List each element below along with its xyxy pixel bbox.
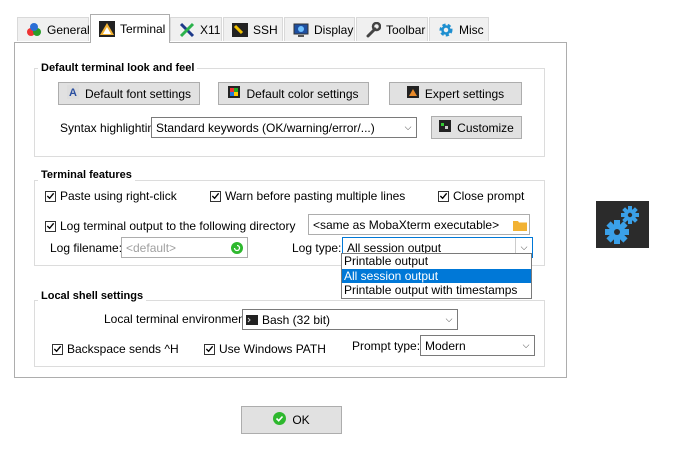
bash-icon (243, 314, 258, 325)
local-terminal-env-select[interactable]: Bash (32 bit) ⌵ (242, 309, 458, 330)
tab-label: General (47, 22, 90, 37)
checkbox-label: Log terminal output to the following dir… (60, 219, 296, 233)
tab-label: Misc (459, 22, 484, 37)
default-font-settings-button[interactable]: A Default font settings (58, 82, 200, 105)
paste-right-click-checkbox[interactable]: Paste using right-click (45, 189, 177, 203)
tab-display[interactable]: Display (284, 17, 355, 41)
checkbox-label: Close prompt (453, 189, 525, 203)
log-type-dropdown-list: Printable output All session output Prin… (341, 253, 532, 299)
ok-button[interactable]: OK (241, 406, 342, 434)
button-label: Customize (457, 120, 514, 135)
select-value: Modern (425, 338, 466, 353)
display-icon (293, 22, 309, 38)
select-value: Bash (32 bit) (262, 312, 331, 327)
checkbox-label: Use Windows PATH (219, 342, 326, 356)
button-label: Default color settings (246, 86, 359, 101)
syntax-highlighting-select[interactable]: Standard keywords (OK/warning/error/...)… (151, 117, 417, 138)
check-circle-icon (273, 412, 287, 428)
checkbox-checked-icon (45, 190, 56, 202)
log-filename-label: Log filename: (50, 241, 123, 255)
log-type-label: Log type: (292, 241, 342, 255)
backspace-sends-h-checkbox[interactable]: Backspace sends ^H (52, 342, 179, 356)
ssh-icon (232, 22, 248, 38)
warn-paste-checkbox[interactable]: Warn before pasting multiple lines (210, 189, 405, 203)
checkbox-checked-icon (438, 190, 449, 202)
tab-misc[interactable]: Misc (429, 17, 489, 41)
local-terminal-env-label: Local terminal environment: (104, 312, 252, 326)
log-type-option[interactable]: Printable output (342, 254, 531, 269)
terminal-icon (99, 21, 115, 37)
customize-button[interactable]: Customize (431, 116, 522, 139)
tab-x11[interactable]: X11 (170, 17, 222, 41)
default-color-settings-button[interactable]: Default color settings (218, 82, 369, 105)
button-label: Default font settings (84, 86, 192, 101)
log-filename-input[interactable]: <default> (121, 237, 248, 258)
field-value: <same as MobaXterm executable> (313, 217, 500, 232)
tab-label: SSH (253, 22, 278, 37)
checkbox-checked-icon (45, 220, 56, 232)
tab-label: Terminal (120, 22, 166, 36)
svg-text:A: A (69, 87, 77, 99)
prompt-type-label: Prompt type: (352, 339, 421, 353)
chevron-down-icon: ⌵ (522, 340, 530, 350)
prompt-type-select[interactable]: Modern ⌵ (420, 335, 535, 356)
x11-icon (179, 22, 195, 38)
tab-terminal[interactable]: Terminal (90, 14, 170, 43)
log-output-checkbox[interactable]: Log terminal output to the following dir… (45, 219, 295, 233)
chevron-down-icon: ⌵ (404, 122, 412, 132)
log-directory-field[interactable]: <same as MobaXterm executable> (308, 214, 530, 235)
local-shell-title: Local shell settings (38, 290, 147, 303)
font-icon: A (66, 85, 79, 102)
tab-label: Display (314, 22, 354, 37)
select-value: Standard keywords (OK/warning/error/...) (156, 120, 375, 135)
expert-icon (406, 86, 419, 101)
checkbox-checked-icon (204, 343, 215, 355)
folder-icon[interactable] (513, 219, 529, 231)
log-type-option[interactable]: Printable output with timestamps (342, 283, 531, 298)
refresh-icon[interactable] (231, 241, 247, 254)
look-and-feel-title: Default terminal look and feel (38, 62, 198, 75)
settings-gears-icon (596, 201, 649, 248)
log-type-option-selected[interactable]: All session output (342, 268, 531, 283)
color-palette-icon (228, 86, 241, 101)
tab-label: X11 (200, 22, 221, 37)
terminal-settings-panel: Default terminal look and feel A Default… (14, 42, 567, 378)
customize-icon (439, 120, 452, 135)
close-prompt-checkbox[interactable]: Close prompt (438, 189, 524, 203)
tab-ssh[interactable]: SSH (223, 17, 283, 41)
wrench-icon (365, 21, 381, 38)
use-windows-path-checkbox[interactable]: Use Windows PATH (204, 342, 326, 356)
general-icon (26, 22, 42, 38)
checkbox-checked-icon (210, 190, 221, 202)
checkbox-checked-icon (52, 343, 63, 355)
syntax-highlighting-label: Syntax highlighting: (60, 121, 165, 135)
tab-toolbar[interactable]: Toolbar (356, 17, 428, 41)
expert-settings-button[interactable]: Expert settings (389, 82, 522, 105)
checkbox-label: Paste using right-click (60, 189, 177, 203)
input-placeholder: <default> (126, 240, 177, 255)
gear-icon (438, 22, 454, 38)
tab-label: Toolbar (386, 22, 426, 37)
button-label: Expert settings (424, 86, 505, 101)
checkbox-label: Warn before pasting multiple lines (225, 189, 406, 203)
chevron-down-icon: ⌵ (445, 314, 453, 324)
terminal-features-title: Terminal features (38, 169, 135, 182)
button-label: OK (292, 413, 310, 427)
checkbox-label: Backspace sends ^H (67, 342, 179, 356)
tab-general[interactable]: General (17, 17, 90, 41)
